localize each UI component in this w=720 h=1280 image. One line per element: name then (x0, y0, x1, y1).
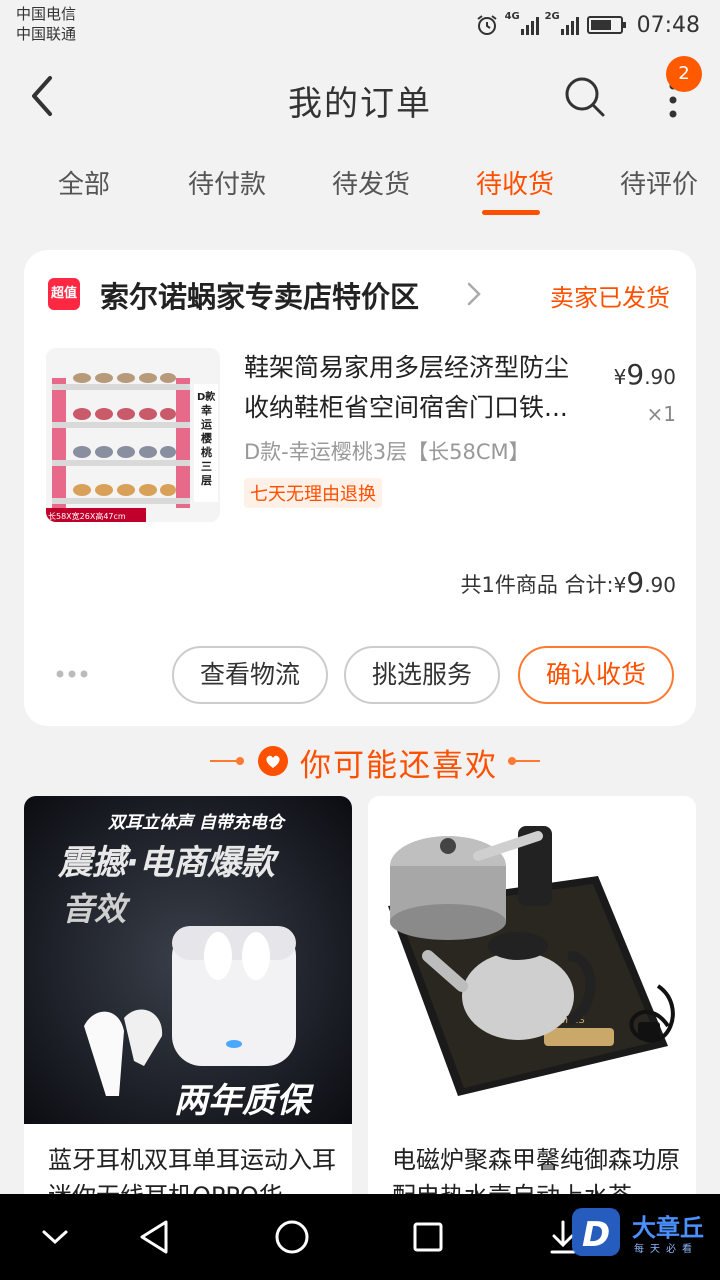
watermark-subtitle: 每天必看 (634, 1244, 698, 1255)
heart-icon (258, 746, 288, 776)
active-tab-indicator (482, 210, 540, 215)
tab-pending-review[interactable]: 待评价 (620, 164, 698, 201)
search-icon[interactable] (562, 74, 608, 120)
confirm-receipt-button[interactable]: 确认收货 (518, 646, 674, 704)
carrier-2: 中国联通 (16, 25, 77, 43)
nav-back-icon[interactable] (132, 1214, 178, 1260)
recommended-product-card[interactable]: SOBRES 电磁炉聚森甲馨纯御森功原配电热水壶自动上水茶 (368, 796, 696, 1216)
thumb-badge: D款 (197, 390, 216, 403)
battery-icon (586, 16, 626, 34)
watermark-d-icon: D (572, 1208, 620, 1256)
recommend-title: 你可能还喜欢 (300, 748, 498, 784)
thumb-dimensions: 长58X宽26X高47cm (48, 511, 126, 521)
net-type-2: 2G (544, 11, 560, 22)
img-caption-2: 震撼·电商爆款 (57, 843, 280, 883)
page-title: 我的订单 (288, 84, 432, 124)
order-card: 超值 索尔诺蜗家专卖店特价区 卖家已发货 D款 长58X宽26X高47cm 幸运… (24, 250, 696, 726)
carrier-labels: 中国电信 中国联通 (16, 4, 76, 44)
product-title[interactable]: 鞋架简易家用多层经济型防尘 收纳鞋柜省空间宿舍门口铁... (244, 348, 604, 428)
shop-name[interactable]: 索尔诺蜗家专卖店特价区 (100, 274, 419, 316)
product-quantity: ×1 (646, 402, 676, 426)
product-thumbnail[interactable]: D款 长58X宽26X高47cm 幸运樱桃三层 (46, 348, 220, 522)
nav-recents-icon[interactable] (405, 1214, 451, 1260)
tab-pending-shipment[interactable]: 待发货 (332, 164, 410, 201)
total-decimal: .90 (644, 573, 676, 597)
notification-badge: 2 (666, 56, 702, 92)
header: 我的订单 (0, 52, 720, 142)
tab-all[interactable]: 全部 (58, 164, 110, 201)
chevron-right-icon[interactable] (464, 278, 484, 310)
status-bar: 中国电信 中国联通 4G 2G 07:48 (0, 0, 720, 48)
divider-dot-left (236, 757, 244, 765)
watermark-logo: D 大章丘 每天必看 (570, 1206, 720, 1266)
return-policy-tag: 七天无理由退换 (244, 478, 382, 508)
total-label: 共1件商品 合计: (460, 573, 614, 597)
select-service-button[interactable]: 挑选服务 (344, 646, 500, 704)
clock: 07:48 (636, 12, 700, 38)
product-title-line-2: 收纳鞋柜省空间宿舍门口铁... (244, 393, 568, 422)
svg-text:D: D (582, 1215, 610, 1255)
net-type-1: 4G (504, 11, 520, 22)
total-symbol: ¥ (613, 573, 627, 597)
status-icons: 4G 2G 07:48 (475, 10, 700, 40)
signal-2g-icon: 2G (545, 11, 579, 35)
watermark-title: 大章丘 (632, 1214, 704, 1242)
product-sku: D款-幸运樱桃3层【长58CM】 (244, 440, 530, 464)
order-total: 共1件商品 合计:¥9.90 (461, 566, 677, 599)
kettle-product-image: SOBRES (368, 796, 696, 1124)
price-integer: 9 (626, 358, 645, 391)
chevron-down-icon[interactable] (32, 1214, 78, 1260)
view-logistics-button[interactable]: 查看物流 (172, 646, 328, 704)
thumb-caption: 幸运樱桃三层 (201, 404, 212, 487)
img-caption-1: 双耳立体声 自带充电仓 (107, 813, 287, 833)
img-caption-4: 两年质保 (174, 1081, 315, 1121)
divider-right (508, 760, 540, 762)
tab-pending-payment[interactable]: 待付款 (188, 164, 266, 201)
shop-badge-icon: 超值 (48, 278, 80, 310)
signal-4g-icon: 4G (505, 11, 539, 35)
total-integer: 9 (626, 566, 645, 599)
order-status: 卖家已发货 (550, 284, 670, 312)
recommended-product-card[interactable]: 双耳立体声 自带充电仓 震撼·电商爆款 音效 两年质保 蓝牙耳机双耳单耳运动入耳… (24, 796, 352, 1216)
more-actions-icon[interactable] (54, 668, 90, 680)
recommend-header: 你可能还喜欢 (0, 736, 720, 786)
carrier-1: 中国电信 (16, 5, 77, 23)
img-caption-3: 音效 (62, 890, 131, 928)
shoe-rack-image: D款 长58X宽26X高47cm (46, 348, 220, 522)
product-title-line-1: 鞋架简易家用多层经济型防尘 (244, 353, 570, 382)
price-symbol: ¥ (613, 365, 627, 389)
price-decimal: .90 (644, 365, 676, 389)
product-price: ¥9.90 (614, 358, 676, 391)
nav-home-icon[interactable] (269, 1214, 315, 1260)
order-tabs: 全部 待付款 待发货 待收货 待评价 (0, 150, 720, 220)
tab-pending-receipt[interactable]: 待收货 (476, 164, 554, 201)
earbuds-product-image: 双耳立体声 自带充电仓 震撼·电商爆款 音效 两年质保 (24, 796, 352, 1124)
alarm-icon (476, 15, 497, 35)
